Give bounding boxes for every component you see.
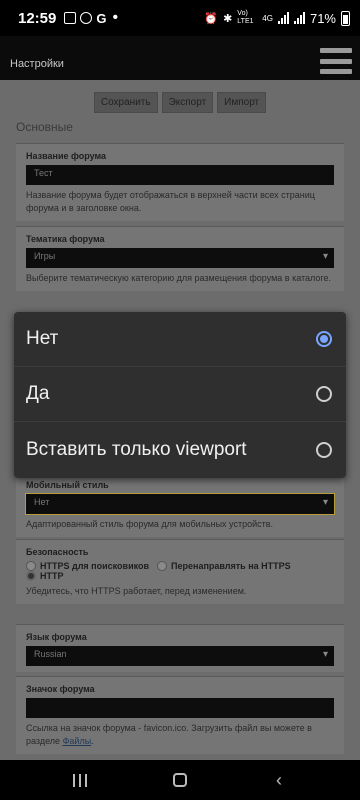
navigation-bar: ‹ <box>0 760 360 800</box>
radio-icon <box>316 386 332 402</box>
status-bar: 12:59 G • ⏰ ✱ Vo) LTE1 4G 71% <box>0 0 360 36</box>
language-field: Язык форума Russian <box>16 624 344 672</box>
recent-apps-icon[interactable] <box>73 774 87 787</box>
forum-name-field: Название форума Тест Название форума буд… <box>16 143 344 221</box>
radio-selected-icon <box>26 571 36 581</box>
favicon-field: Значок форума Ссылка на значок форума - … <box>16 676 344 754</box>
security-field: Безопасность HTTPS для поисковиков Перен… <box>16 539 344 604</box>
battery-icon <box>341 10 350 26</box>
forum-topic-label: Тематика форума <box>26 234 105 244</box>
section-title: Основные <box>16 120 73 134</box>
radio-icon <box>316 441 332 458</box>
forum-name-input[interactable]: Тест <box>26 165 334 185</box>
dropdown-option-no[interactable]: Нет <box>14 312 346 367</box>
menu-icon[interactable] <box>320 48 352 74</box>
export-button[interactable]: Экспорт <box>161 92 214 113</box>
dropdown-option-label: Нет <box>26 328 59 349</box>
security-option-http[interactable]: HTTP <box>26 571 64 581</box>
page-title: Настройки <box>10 58 64 70</box>
forum-name-help: Название форума будет отображаться в вер… <box>26 190 315 213</box>
dropdown-option-label: Да <box>26 383 50 404</box>
security-help: Убедитесь, что HTTPS работает, перед изм… <box>26 586 247 596</box>
forum-topic-field: Тематика форума Игры Выберите тематическ… <box>16 226 344 291</box>
back-icon[interactable]: ‹ <box>276 771 282 789</box>
status-notification-icons: G • <box>64 9 118 27</box>
language-label: Язык форума <box>26 632 87 642</box>
dropdown-option-label: Вставить только viewport <box>26 438 247 460</box>
gallery-icon <box>64 12 77 24</box>
favicon-help-suffix: . <box>91 736 94 746</box>
mobile-style-field: Мобильный стиль Нет Адаптированный стиль… <box>16 472 344 537</box>
security-options: HTTPS для поисковиков Перенаправлять на … <box>26 561 334 581</box>
security-option-label: HTTPS для поисковиков <box>40 561 150 571</box>
forum-topic-select[interactable]: Игры <box>26 248 334 268</box>
whatsapp-icon <box>80 12 93 24</box>
forum-name-label: Название форума <box>26 151 107 161</box>
security-option-label: HTTP <box>40 571 64 581</box>
network-type: 4G <box>262 13 273 23</box>
status-time: 12:59 <box>18 9 57 27</box>
radio-selected-icon <box>316 331 332 347</box>
status-system-icons: ⏰ ✱ Vo) LTE1 4G 71% <box>204 0 350 36</box>
forum-topic-help: Выберите тематическую категорию для разм… <box>26 273 331 283</box>
mobile-style-dropdown: Нет Да Вставить только viewport <box>14 312 346 478</box>
favicon-input[interactable] <box>26 698 334 718</box>
language-select[interactable]: Russian <box>26 646 334 666</box>
import-button[interactable]: Импорт <box>217 92 267 113</box>
bluetooth-icon: ✱ <box>223 12 233 25</box>
home-icon[interactable] <box>173 773 187 787</box>
security-option-https-search[interactable]: HTTPS для поисковиков <box>26 561 149 571</box>
radio-icon <box>157 561 168 571</box>
favicon-help: Ссылка на значок форума - favicon.ico. З… <box>26 722 334 748</box>
toolbar: Сохранить Экспорт Импорт <box>0 92 360 113</box>
dropdown-option-yes[interactable]: Да <box>14 367 346 422</box>
dropdown-option-viewport-only[interactable]: Вставить только viewport <box>14 422 346 477</box>
battery-percent: 71% <box>309 10 336 26</box>
alarm-icon: ⏰ <box>204 12 219 25</box>
security-option-redirect-https[interactable]: Перенаправлять на HTTPS <box>157 561 291 571</box>
mobile-style-help: Адаптированный стиль форума для мобильны… <box>26 519 274 529</box>
mobile-style-label: Мобильный стиль <box>26 480 109 490</box>
signal-icon <box>277 12 289 24</box>
security-option-label: Перенаправлять на HTTPS <box>171 561 291 571</box>
app-header: Настройки <box>0 36 360 80</box>
network-label: Vo) LTE1 <box>237 10 254 25</box>
radio-icon <box>26 561 36 571</box>
files-link[interactable]: Файлы <box>63 736 92 746</box>
signal-icon-2 <box>293 12 305 24</box>
dot-icon: • <box>112 9 119 26</box>
google-icon: G <box>96 10 107 26</box>
security-label: Безопасность <box>26 547 89 557</box>
favicon-label: Значок форума <box>26 684 95 694</box>
save-button[interactable]: Сохранить <box>93 92 158 113</box>
mobile-style-select[interactable]: Нет <box>25 493 335 515</box>
